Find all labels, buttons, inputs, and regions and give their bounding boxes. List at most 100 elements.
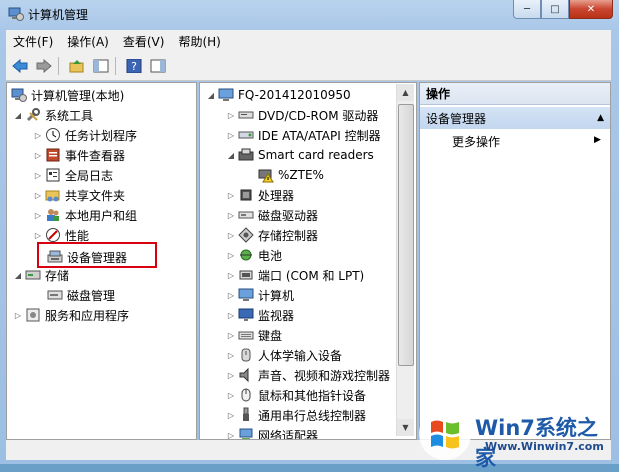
hid-icon bbox=[238, 347, 254, 363]
device-category[interactable]: ▷ 监视器 bbox=[226, 305, 294, 325]
title-bar[interactable]: 计算机管理 ─ □ ✕ bbox=[0, 0, 619, 28]
device-category[interactable]: ▷ DVD/CD-ROM 驱动器 bbox=[226, 105, 379, 125]
expand-triangle-icon[interactable]: ▷ bbox=[226, 331, 236, 340]
dvd-drive-icon bbox=[238, 107, 254, 123]
tree-disk-management[interactable]: 磁盘管理 bbox=[45, 285, 115, 305]
users-icon bbox=[45, 207, 61, 223]
menu-view[interactable]: 查看(V) bbox=[116, 33, 172, 50]
back-arrow-icon[interactable] bbox=[10, 56, 30, 76]
device-category[interactable]: ▷ 计算机 bbox=[226, 285, 294, 305]
show-hide-tree-icon[interactable] bbox=[91, 56, 111, 76]
expand-triangle-icon[interactable]: ▷ bbox=[33, 211, 43, 220]
expand-triangle-icon[interactable]: ▷ bbox=[226, 231, 236, 240]
expand-triangle-icon[interactable]: ▷ bbox=[226, 271, 236, 280]
actions-section-label: 设备管理器 bbox=[426, 111, 487, 126]
expand-triangle-icon[interactable]: ▷ bbox=[226, 371, 236, 380]
device-root[interactable]: ◢ FQ-201412010950 bbox=[206, 85, 351, 105]
device-category[interactable]: ▷ 鼠标和其他指针设备 bbox=[226, 385, 366, 405]
device-category[interactable]: ◢ Smart card readers bbox=[226, 145, 374, 165]
expand-triangle-icon[interactable]: ▷ bbox=[226, 211, 236, 220]
device-category[interactable]: ▷ 通用串行总线控制器 bbox=[226, 405, 366, 425]
menu-help[interactable]: 帮助(H) bbox=[171, 33, 227, 50]
maximize-button[interactable]: □ bbox=[541, 0, 569, 19]
device-category[interactable]: ▷ 键盘 bbox=[226, 325, 282, 345]
scrollbar-thumb[interactable] bbox=[398, 104, 414, 366]
tree-services-apps[interactable]: ▷ 服务和应用程序 bbox=[13, 305, 129, 325]
device-category-label: 端口 (COM 和 LPT) bbox=[258, 268, 365, 283]
vertical-scrollbar[interactable]: ▲ ▼ bbox=[396, 84, 414, 436]
collapse-triangle-icon[interactable]: ◢ bbox=[226, 151, 236, 160]
help-icon[interactable]: ? bbox=[124, 56, 144, 76]
ide-controller-icon bbox=[238, 127, 254, 143]
expand-triangle-icon[interactable]: ▷ bbox=[226, 251, 236, 260]
collapse-up-icon[interactable]: ▲ bbox=[597, 113, 604, 123]
storage-icon bbox=[25, 267, 41, 283]
collapse-triangle-icon[interactable]: ◢ bbox=[206, 91, 216, 100]
expand-triangle-icon[interactable]: ▷ bbox=[226, 111, 236, 120]
expand-triangle-icon[interactable]: ▷ bbox=[226, 311, 236, 320]
show-action-pane-icon[interactable] bbox=[148, 56, 168, 76]
device-category[interactable]: ▷ 存储控制器 bbox=[226, 225, 318, 245]
expand-triangle-icon[interactable]: ▷ bbox=[33, 131, 43, 140]
scroll-down-icon[interactable]: ▼ bbox=[397, 419, 414, 436]
collapse-triangle-icon[interactable]: ◢ bbox=[13, 111, 23, 120]
expand-triangle-icon[interactable]: ▷ bbox=[226, 191, 236, 200]
device-category[interactable]: ▷ 电池 bbox=[226, 245, 282, 265]
actions-pane: 操作 设备管理器 ▲ 更多操作 ▶ bbox=[419, 82, 611, 440]
log-icon bbox=[45, 167, 61, 183]
device-category[interactable]: ▷ 磁盘驱动器 bbox=[226, 205, 318, 225]
menu-file[interactable]: 文件(F) bbox=[6, 33, 60, 50]
window-frame: 计算机管理 ─ □ ✕ 文件(F) 操作(A) 查看(V) 帮助(H) ? 计算… bbox=[0, 0, 619, 470]
windows-logo-icon bbox=[419, 408, 471, 460]
forward-arrow-icon[interactable] bbox=[34, 56, 54, 76]
tree-local-users[interactable]: ▷ 本地用户和组 bbox=[33, 205, 137, 225]
actions-section-device-manager[interactable]: 设备管理器 ▲ bbox=[420, 107, 610, 129]
expand-triangle-icon[interactable]: ▷ bbox=[226, 431, 236, 440]
expand-triangle-icon[interactable]: ▷ bbox=[33, 171, 43, 180]
device-category-label: 声音、视频和游戏控制器 bbox=[258, 368, 391, 383]
menu-action[interactable]: 操作(A) bbox=[60, 33, 116, 50]
device-category-label: 磁盘驱动器 bbox=[258, 208, 319, 223]
tree-item-label: 事件查看器 bbox=[65, 148, 126, 163]
collapse-triangle-icon[interactable]: ◢ bbox=[13, 271, 23, 280]
scroll-up-icon[interactable]: ▲ bbox=[397, 84, 414, 101]
expand-triangle-icon[interactable]: ▷ bbox=[226, 131, 236, 140]
more-actions[interactable]: 更多操作 bbox=[452, 133, 500, 150]
tree-item-label: 本地用户和组 bbox=[65, 208, 138, 223]
device-category-label: 电池 bbox=[258, 248, 283, 263]
tree-item-label: 任务计划程序 bbox=[65, 128, 138, 143]
device-category[interactable]: ▷ 端口 (COM 和 LPT) bbox=[226, 265, 364, 285]
up-folder-icon[interactable] bbox=[67, 56, 87, 76]
expand-triangle-icon[interactable]: ▷ bbox=[33, 231, 43, 240]
minimize-button[interactable]: ─ bbox=[513, 0, 541, 19]
expand-triangle-icon[interactable]: ▷ bbox=[226, 291, 236, 300]
tools-icon bbox=[25, 107, 41, 123]
expand-triangle-icon[interactable]: ▷ bbox=[33, 191, 43, 200]
close-button[interactable]: ✕ bbox=[569, 0, 613, 19]
expand-triangle-icon[interactable]: ▷ bbox=[13, 311, 23, 320]
submenu-arrow-icon[interactable]: ▶ bbox=[594, 135, 601, 145]
expand-triangle-icon[interactable]: ▷ bbox=[226, 391, 236, 400]
tree-system-tools[interactable]: ◢ 系统工具 bbox=[13, 105, 93, 125]
tree-task-scheduler[interactable]: ▷ 任务计划程序 bbox=[33, 125, 137, 145]
expand-triangle-icon[interactable]: ▷ bbox=[33, 151, 43, 160]
device-category[interactable]: ▷ IDE ATA/ATAPI 控制器 bbox=[226, 125, 381, 145]
device-category[interactable]: ▷ 处理器 bbox=[226, 185, 294, 205]
device-category-label: 存储控制器 bbox=[258, 228, 319, 243]
tree-event-viewer[interactable]: ▷ 事件查看器 bbox=[33, 145, 125, 165]
device-category-label: 监视器 bbox=[258, 308, 295, 323]
device-category[interactable]: ▷ 网络适配器 bbox=[226, 425, 318, 440]
tree-global-log[interactable]: ▷ 全局日志 bbox=[33, 165, 113, 185]
expand-triangle-icon[interactable]: ▷ bbox=[226, 411, 236, 420]
storage-controller-icon bbox=[238, 227, 254, 243]
tree-shared-folders[interactable]: ▷ 共享文件夹 bbox=[33, 185, 125, 205]
device-item-warning[interactable]: %ZTE% bbox=[256, 165, 324, 185]
close-icon: ✕ bbox=[586, 3, 596, 15]
device-category[interactable]: ▷ 声音、视频和游戏控制器 bbox=[226, 365, 390, 385]
window-title: 计算机管理 bbox=[28, 8, 89, 22]
tree-root[interactable]: 计算机管理(本地) bbox=[9, 85, 124, 105]
device-category[interactable]: ▷ 人体学输入设备 bbox=[226, 345, 342, 365]
tree-storage[interactable]: ◢ 存储 bbox=[13, 265, 69, 285]
actions-header: 操作 bbox=[420, 83, 610, 105]
expand-triangle-icon[interactable]: ▷ bbox=[226, 351, 236, 360]
